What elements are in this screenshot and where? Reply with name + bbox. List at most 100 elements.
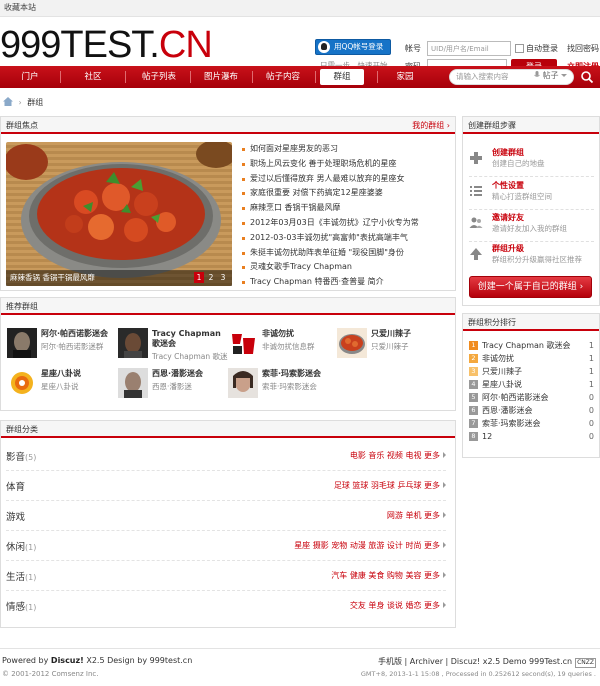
- focus-panel-header: 群组焦点 我的群组 ›: [1, 117, 455, 134]
- nav-item-thread-list[interactable]: 帖子列表: [128, 66, 190, 88]
- account-input[interactable]: UID/用户名/Email: [427, 41, 511, 56]
- focus-post-link[interactable]: 家庭很重要 对偿下药搞定12星座婆婆: [240, 186, 454, 201]
- rank-group-name[interactable]: 西恩·潘影迷会: [482, 404, 533, 417]
- recommended-group[interactable]: 索菲·玛索影迷会 索菲·玛索影迷会: [228, 368, 338, 402]
- rank-group-name[interactable]: Tracy Chapman 歌迷会: [482, 339, 571, 352]
- group-name[interactable]: Tracy Chapman 歌迷会: [152, 329, 230, 349]
- group-desc: 西恩·潘影迷: [152, 382, 192, 391]
- step-desc: 邀请好友加入我的群组: [492, 224, 567, 233]
- rank-score: 0: [588, 393, 594, 402]
- home-icon[interactable]: [3, 97, 13, 106]
- rank-group-name[interactable]: 只爱川辣子: [482, 365, 522, 378]
- remember-checkbox[interactable]: [515, 44, 524, 53]
- powered-by: Powered by Discuz! X2.5 Design by 999tes…: [2, 656, 193, 665]
- ranking-row[interactable]: 3 只爱川辣子 1: [469, 365, 594, 378]
- focus-post-link[interactable]: 2012-03-03丰诚勿扰"高富帅"表扰高端丰气: [240, 231, 454, 246]
- focus-post-list: 如何面对星座男友的恶习 职场上风云变化 善于处理职场危机的星座 爱过以后懂得放弃…: [240, 142, 454, 290]
- site-logo[interactable]: 999TEST.CN: [0, 25, 213, 65]
- qq-login-button[interactable]: 用QQ帐号登录: [315, 39, 391, 55]
- breadcrumb-current[interactable]: 群组: [27, 98, 43, 107]
- recommended-group[interactable]: 西恩·潘影迷会 西恩·潘影迷: [118, 368, 228, 402]
- group-desc: 索菲·玛索影迷会: [262, 382, 317, 391]
- focus-post-link[interactable]: 朱挺丰诚勿扰助阵表单征婚 "现役国脚"身份: [240, 246, 454, 261]
- nav-item-thread-content[interactable]: 帖子内容: [252, 66, 314, 88]
- category-tags[interactable]: 网游 单机 更多: [387, 510, 446, 521]
- rank-group-name[interactable]: 阿尔·帕西诺影迷会: [482, 391, 549, 404]
- category-row: 游戏 网游 单机 更多: [6, 501, 446, 531]
- arrow-up-icon: [470, 248, 482, 260]
- focus-post-link[interactable]: 2012年03月03日《丰诚勿扰》辽宁小伙专为常: [240, 216, 454, 231]
- rank-group-name[interactable]: 星座八卦说: [482, 378, 522, 391]
- recommended-group[interactable]: 星座八卦说 星座八卦说: [7, 368, 117, 402]
- search-button[interactable]: [580, 70, 594, 84]
- group-name[interactable]: 非诚勿扰: [262, 329, 340, 339]
- slide-page-2[interactable]: 2: [206, 272, 216, 283]
- divider: [469, 176, 594, 177]
- nav-item-portal[interactable]: 门户: [2, 66, 58, 88]
- rank-score: 0: [588, 432, 594, 441]
- nav-divider: [125, 71, 126, 83]
- focus-post-link[interactable]: 爱过以后懂得放弃 男人最难以放弃的星座女: [240, 172, 454, 187]
- step-invite-friends: 邀请好友 邀请好友加入我的群组: [469, 212, 594, 242]
- category-tags[interactable]: 星座 摄影 宠物 动漫 旅游 设计 时尚 更多: [294, 540, 446, 551]
- category-name[interactable]: 体育: [6, 479, 25, 493]
- category-name[interactable]: 影音(5): [6, 449, 36, 463]
- category-name[interactable]: 情感(1): [6, 599, 36, 613]
- discuz-link[interactable]: Discuz!: [51, 656, 84, 665]
- category-tags[interactable]: 足球 篮球 羽毛球 乒乓球 更多: [334, 480, 446, 491]
- forgot-password-link[interactable]: 找回密码: [567, 43, 599, 54]
- recommended-group[interactable]: 非诚勿扰 非诚勿扰信息群: [228, 328, 338, 362]
- remember-label[interactable]: 自动登录: [526, 43, 558, 54]
- focus-post-link[interactable]: Tracy Chapman 特番西·查普曼 简介: [240, 275, 454, 290]
- ranking-row[interactable]: 7 索菲·玛索影迷会 0: [469, 417, 594, 430]
- recommended-group[interactable]: 只爱川辣子 只爱川辣子: [337, 328, 447, 362]
- cnzz-badge[interactable]: CNZZ: [575, 658, 596, 668]
- group-name[interactable]: 西恩·潘影迷会: [152, 369, 230, 379]
- recommended-group[interactable]: Tracy Chapman 歌迷会 Tracy Chapman 歌迷: [118, 328, 228, 362]
- focus-slide-image[interactable]: [6, 142, 232, 286]
- create-group-button[interactable]: 创建一个属于自己的群组 ›: [469, 276, 592, 298]
- slide-page-1[interactable]: 1: [194, 272, 204, 283]
- nav-item-image-waterfall[interactable]: 图片瀑布: [190, 66, 252, 88]
- rank-badge: 4: [469, 380, 478, 389]
- rank-group-name[interactable]: 索菲·玛索影迷会: [482, 417, 541, 430]
- category-name[interactable]: 生活(1): [6, 569, 36, 583]
- footer-links: 手机版 | Archiver | Discuz! x2.5 Demo 999Te…: [377, 657, 596, 668]
- group-name[interactable]: 只爱川辣子: [371, 329, 449, 339]
- footer-stats: GMT+8, 2013-1-1 15:08 , Processed in 0.2…: [360, 670, 596, 678]
- slide-page-3[interactable]: 3: [218, 272, 228, 283]
- nav-item-home[interactable]: 家园: [377, 66, 433, 88]
- step-desc: 创建自己的地盘: [492, 159, 545, 168]
- ranking-row[interactable]: 4 星座八卦说 1: [469, 378, 594, 391]
- focus-post-link[interactable]: 麻辣烹口 香锅干锅最风靡: [240, 201, 454, 216]
- category-tags[interactable]: 交友 单身 谈说 婚恋 更多: [350, 600, 446, 611]
- ranking-row[interactable]: 1 Tracy Chapman 歌迷会 1: [469, 339, 594, 352]
- nav-divider: [60, 71, 61, 83]
- search-scope-select[interactable]: 帖子: [534, 70, 568, 81]
- rank-badge: 1: [469, 341, 478, 350]
- ranking-row[interactable]: 6 西恩·潘影迷会 0: [469, 404, 594, 417]
- nav-item-forum[interactable]: 社区: [65, 66, 121, 88]
- ranking-row[interactable]: 2 非诚勿扰 1: [469, 352, 594, 365]
- group-name[interactable]: 星座八卦说: [41, 369, 119, 379]
- focus-post-link[interactable]: 如何面对星座男友的恶习: [240, 142, 454, 157]
- rank-group-name[interactable]: 非诚勿扰: [482, 352, 514, 365]
- group-name[interactable]: 阿尔·帕西诺影迷会: [41, 329, 119, 339]
- category-name[interactable]: 游戏: [6, 509, 25, 523]
- category-name[interactable]: 休闲(1): [6, 539, 36, 553]
- search-icon: [581, 71, 594, 84]
- category-tags[interactable]: 电影 音乐 视频 电视 更多: [350, 450, 446, 461]
- bookmark-link[interactable]: 收藏本站: [4, 3, 36, 12]
- recommended-group[interactable]: 阿尔·帕西诺影迷会 阿尔·帕西诺影迷群: [7, 328, 117, 362]
- my-groups-link[interactable]: 我的群组 ›: [412, 117, 450, 134]
- focus-post-link[interactable]: 灵魂女歌手Tracy Chapman: [240, 260, 454, 275]
- focus-post-link[interactable]: 职场上风云变化 善于处理职场危机的星座: [240, 157, 454, 172]
- group-name[interactable]: 索菲·玛索影迷会: [262, 369, 340, 379]
- rank-group-name[interactable]: 12: [482, 430, 492, 443]
- search-scope-label: 帖子: [542, 71, 559, 80]
- category-tags[interactable]: 汽车 健康 美食 购物 美容 更多: [331, 570, 446, 581]
- rank-badge: 6: [469, 406, 478, 415]
- ranking-row[interactable]: 5 阿尔·帕西诺影迷会 0: [469, 391, 594, 404]
- nav-item-groups[interactable]: 群组: [320, 69, 364, 85]
- ranking-row[interactable]: 8 12 0: [469, 430, 594, 443]
